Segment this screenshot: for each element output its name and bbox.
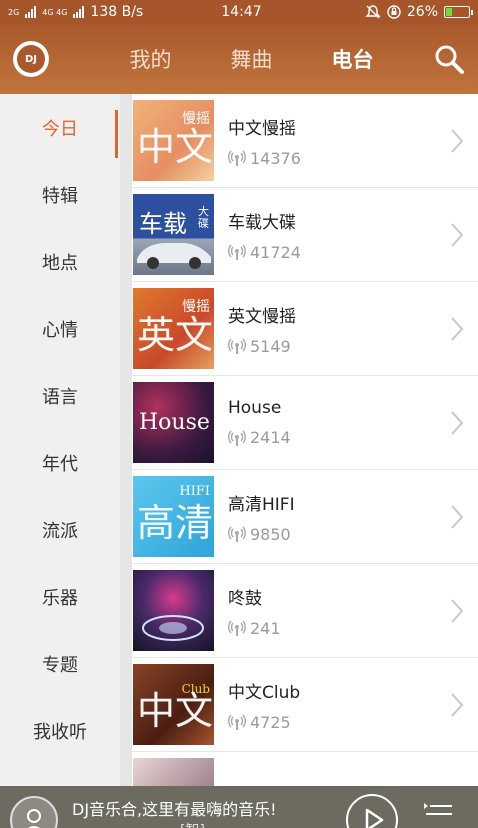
- network-type-2: 4G 4G: [42, 7, 68, 17]
- station-list: 慢摇 中文 中文慢摇 14376 车载 大碟 车载大碟 41724 慢摇 英文 …: [132, 94, 478, 786]
- list-item[interactable]: 咚鼓 241: [132, 564, 478, 658]
- mute-icon: [365, 5, 381, 19]
- user-icon: [27, 809, 41, 828]
- broadcast-icon: [228, 244, 246, 260]
- listener-count: 2414: [250, 428, 291, 447]
- chevron-right-icon: [451, 129, 464, 153]
- tab-radio[interactable]: 电台: [302, 24, 403, 94]
- network-type: 2G: [8, 7, 20, 17]
- sidebar-item-place[interactable]: 地点: [0, 228, 120, 295]
- car-image: [137, 243, 211, 269]
- listener-count: 4725: [250, 712, 291, 732]
- tab-dance[interactable]: 舞曲: [201, 24, 302, 94]
- chevron-right-icon: [451, 599, 464, 623]
- chevron-right-icon: [451, 411, 464, 435]
- station-thumbnail: Club 中文: [133, 664, 214, 745]
- signal-icon-2: [73, 6, 85, 18]
- list-item[interactable]: 车载 大碟 车载大碟 41724: [132, 188, 478, 282]
- turntable-image: [142, 615, 204, 641]
- broadcast-icon: [228, 714, 246, 730]
- playlist-icon[interactable]: [424, 802, 454, 822]
- chevron-right-icon: [451, 223, 464, 247]
- listener-count: 5149: [250, 336, 291, 356]
- list-item[interactable]: 女声: [132, 752, 478, 786]
- sidebar-item-my-listening[interactable]: 我收听: [0, 697, 120, 764]
- list-item[interactable]: HIFI 高清 高清HIFI 9850: [132, 470, 478, 564]
- broadcast-icon: [228, 526, 246, 542]
- sidebar-item-genre[interactable]: 流派: [0, 496, 120, 563]
- station-thumbnail: 慢摇 中文: [133, 100, 214, 181]
- station-title: 咚鼓: [228, 588, 262, 609]
- station-thumbnail: House: [133, 382, 214, 463]
- station-title: 中文Club: [228, 682, 301, 703]
- headphone-dj-icon: DJ: [17, 45, 45, 73]
- chevron-right-icon: [451, 505, 464, 529]
- sidebar-item-era[interactable]: 年代: [0, 429, 120, 496]
- listener-count: 41724: [250, 242, 301, 262]
- listener-count: 241: [250, 618, 281, 638]
- list-item[interactable]: Club 中文 中文Club 4725: [132, 658, 478, 752]
- broadcast-icon: [228, 430, 246, 446]
- sidebar-item-today[interactable]: 今日: [0, 94, 120, 161]
- battery-percent: 26%: [406, 4, 438, 20]
- list-item[interactable]: 慢摇 英文 英文慢摇 5149: [132, 282, 478, 376]
- station-title: 高清HIFI: [228, 494, 295, 515]
- station-thumbnail: 车载 大碟: [133, 194, 214, 275]
- app-logo[interactable]: DJ: [13, 41, 49, 77]
- station-thumbnail: 慢摇 英文: [133, 288, 214, 369]
- station-title: 英文慢摇: [228, 306, 296, 327]
- clock: 14:47: [221, 4, 262, 20]
- station-thumbnail: [133, 758, 214, 786]
- listener-count: 14376: [250, 148, 301, 168]
- chevron-right-icon: [451, 693, 464, 717]
- sidebar-item-instrument[interactable]: 乐器: [0, 563, 120, 630]
- status-right: 26%: [365, 4, 473, 20]
- station-title: 中文慢摇: [228, 118, 296, 139]
- sidebar-item-mood[interactable]: 心情: [0, 295, 120, 362]
- mini-player[interactable]: DJ音乐合,这里有最嗨的音乐! [智]: [0, 786, 478, 828]
- chevron-right-icon: [451, 317, 464, 341]
- sidebar-item-special[interactable]: 特辑: [0, 161, 120, 228]
- tab-mine[interactable]: 我的: [100, 24, 201, 94]
- list-item[interactable]: House House 2414: [132, 376, 478, 470]
- search-icon[interactable]: [434, 44, 464, 74]
- status-bar: 2G 4G 4G 138 B/s 14:47 26%: [0, 0, 478, 24]
- player-subtitle: [智]: [180, 820, 205, 828]
- player-title: DJ音乐合,这里有最嗨的音乐!: [72, 800, 277, 819]
- battery-icon: [444, 6, 473, 18]
- sidebar-item-language[interactable]: 语言: [0, 362, 120, 429]
- broadcast-icon: [228, 338, 246, 354]
- broadcast-icon: [228, 620, 246, 636]
- signal-icon: [25, 6, 37, 18]
- play-button[interactable]: [346, 794, 398, 828]
- listener-count: 9850: [250, 524, 291, 544]
- sidebar-item-topic[interactable]: 专题: [0, 630, 120, 697]
- category-sidebar: 今日 特辑 地点 心情 语言 年代 流派 乐器 专题 我收听: [0, 94, 120, 786]
- sidebar-divider: [120, 94, 132, 786]
- station-title: House: [228, 398, 282, 418]
- station-title: 车载大碟: [228, 212, 296, 233]
- play-icon: [365, 808, 384, 828]
- station-thumbnail: [133, 570, 214, 651]
- list-item[interactable]: 慢摇 中文 中文慢摇 14376: [132, 94, 478, 188]
- app-header: DJ 我的 舞曲 电台: [0, 24, 478, 94]
- top-tabs: 我的 舞曲 电台: [100, 24, 403, 94]
- lock-rotation-icon: [387, 5, 401, 19]
- avatar[interactable]: [10, 796, 58, 828]
- broadcast-icon: [228, 150, 246, 166]
- station-thumbnail: HIFI 高清: [133, 476, 214, 557]
